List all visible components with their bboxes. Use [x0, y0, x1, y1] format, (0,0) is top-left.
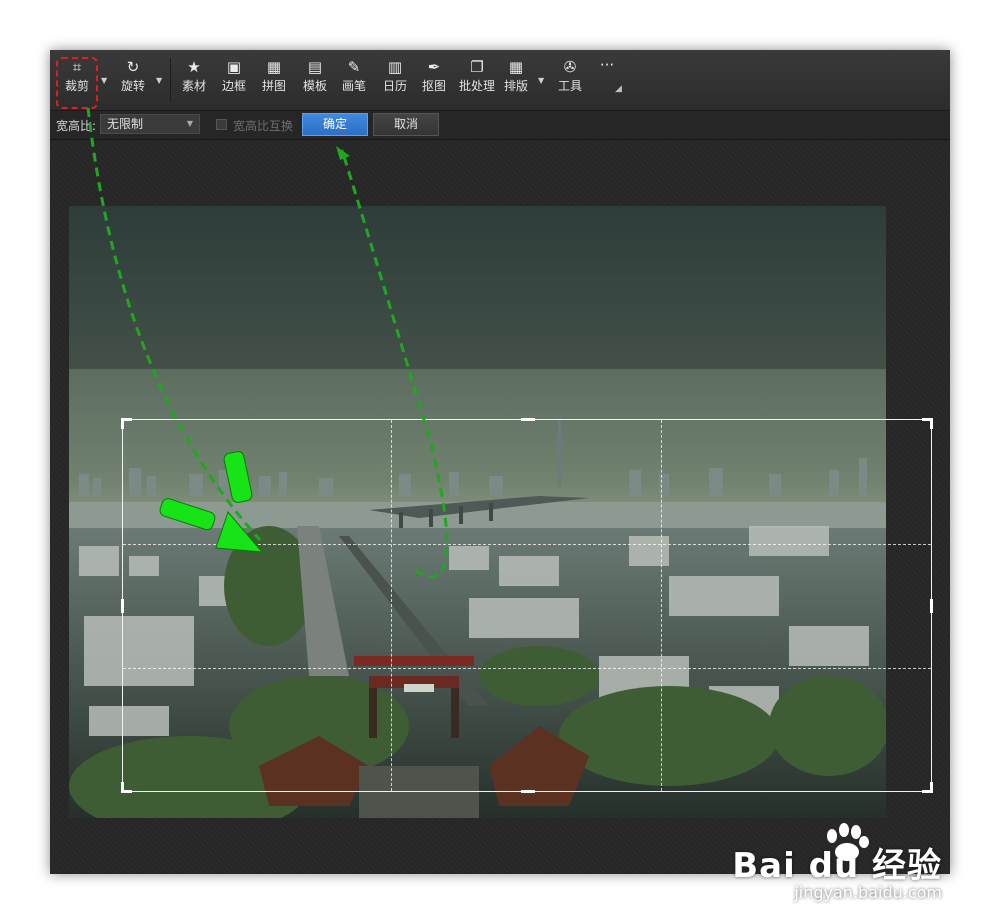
toolbar-cutout-label: 抠图 [421, 79, 446, 93]
brush-icon: ✎ [347, 58, 361, 76]
crop-selection-box[interactable] [121, 418, 933, 793]
rotate-dropdown-caret[interactable]: ▼ [156, 76, 162, 85]
aspect-ratio-label: 宽高比: [56, 119, 97, 133]
toolbar-calendar-button[interactable]: ▥ 日历 [375, 56, 415, 104]
cancel-button[interactable]: 取消 [373, 113, 439, 136]
toolbar-template-label: 模板 [302, 79, 327, 93]
crop-handle-bottom-left[interactable] [121, 782, 132, 793]
toolbar-frame-button[interactable]: ▣ 边框 [214, 56, 254, 104]
layout-icon: ▦ [508, 58, 524, 76]
crop-handle-left[interactable] [121, 599, 124, 613]
frame-icon: ▣ [226, 58, 242, 76]
aspect-ratio-select[interactable]: 无限制 ▼ [100, 114, 200, 134]
calendar-icon: ▥ [387, 58, 403, 76]
star-icon: ★ [187, 58, 201, 76]
crop-handle-bottom[interactable] [521, 790, 535, 793]
aspect-ratio-value: 无限制 [107, 117, 144, 131]
crop-handle-bottom-right[interactable] [922, 782, 933, 793]
crop-grid-line [661, 420, 662, 791]
pin-icon: ✒ [427, 58, 441, 76]
more-expand-triangle-icon[interactable]: ◢ [615, 84, 622, 94]
paw-logo-icon [827, 823, 869, 861]
toolbar-more-button[interactable]: ··· [587, 54, 627, 102]
toolbar-material-label: 素材 [181, 79, 206, 93]
grid-icon: ▦ [266, 58, 282, 76]
crop-handle-top-right[interactable] [922, 418, 933, 429]
crop-dropdown-caret[interactable]: ▼ [101, 76, 107, 85]
rotate-icon: ↻ [126, 58, 140, 76]
baidu-watermark: Bai du 经验 jingyan.baidu.com [732, 823, 942, 902]
more-icon: ··· [599, 56, 615, 74]
toolbar-collage-button[interactable]: ▦ 拼图 [254, 56, 294, 104]
toolbar-frame-label: 边框 [221, 79, 246, 93]
toolbar-brush-button[interactable]: ✎ 画笔 [334, 56, 374, 104]
toolbar-tools-label: 工具 [557, 79, 582, 93]
crop-grid-line [123, 668, 931, 669]
confirm-button[interactable]: 确定 [302, 113, 368, 136]
crop-handle-right[interactable] [930, 599, 933, 613]
toolbar-collage-label: 拼图 [261, 79, 286, 93]
toolbar-brush-label: 画笔 [341, 79, 366, 93]
main-toolbar: ⌗ 裁剪 ▼ ↻ 旋转 ▼ ★ 素材 ▣ 边框 ▦ 拼图 ▤ 模板 ✎ 画笔 ▥… [50, 50, 950, 111]
crop-handle-top[interactable] [521, 418, 535, 421]
chevron-down-icon: ▼ [186, 119, 193, 128]
toolbar-template-button[interactable]: ▤ 模板 [295, 56, 335, 104]
layout-dropdown-caret[interactable]: ▼ [538, 76, 544, 85]
crop-grid-line [391, 420, 392, 791]
toolbar-layout-button[interactable]: ▦ 排版 [496, 56, 536, 104]
toolbar-rotate-button[interactable]: ↻ 旋转 [113, 56, 153, 104]
toolbar-cutout-button[interactable]: ✒ 抠图 [414, 56, 454, 104]
crop-grid-line [123, 544, 931, 545]
toolbar-rotate-label: 旋转 [120, 79, 145, 93]
crop-highlight-marker [56, 57, 98, 109]
toolbar-tools-button[interactable]: ✇ 工具 [550, 56, 590, 104]
crop-handle-top-left[interactable] [121, 418, 132, 429]
batch-icon: ❐ [470, 58, 484, 76]
toolbar-material-button[interactable]: ★ 素材 [174, 56, 214, 104]
toolbar-calendar-label: 日历 [382, 79, 407, 93]
crop-options-bar: 宽高比: 无限制 ▼ 宽高比互换 确定 取消 [50, 111, 950, 140]
toolbar-batch-button[interactable]: ❐ 批处理 [454, 56, 500, 104]
swap-ratio-checkbox[interactable] [216, 119, 227, 130]
toolbar-batch-label: 批处理 [458, 79, 495, 93]
swap-ratio-label: 宽高比互换 [233, 119, 294, 133]
wrench-icon: ✇ [563, 58, 577, 76]
toolbar-separator [170, 58, 171, 102]
toolbar-layout-label: 排版 [503, 79, 528, 93]
template-icon: ▤ [307, 58, 323, 76]
